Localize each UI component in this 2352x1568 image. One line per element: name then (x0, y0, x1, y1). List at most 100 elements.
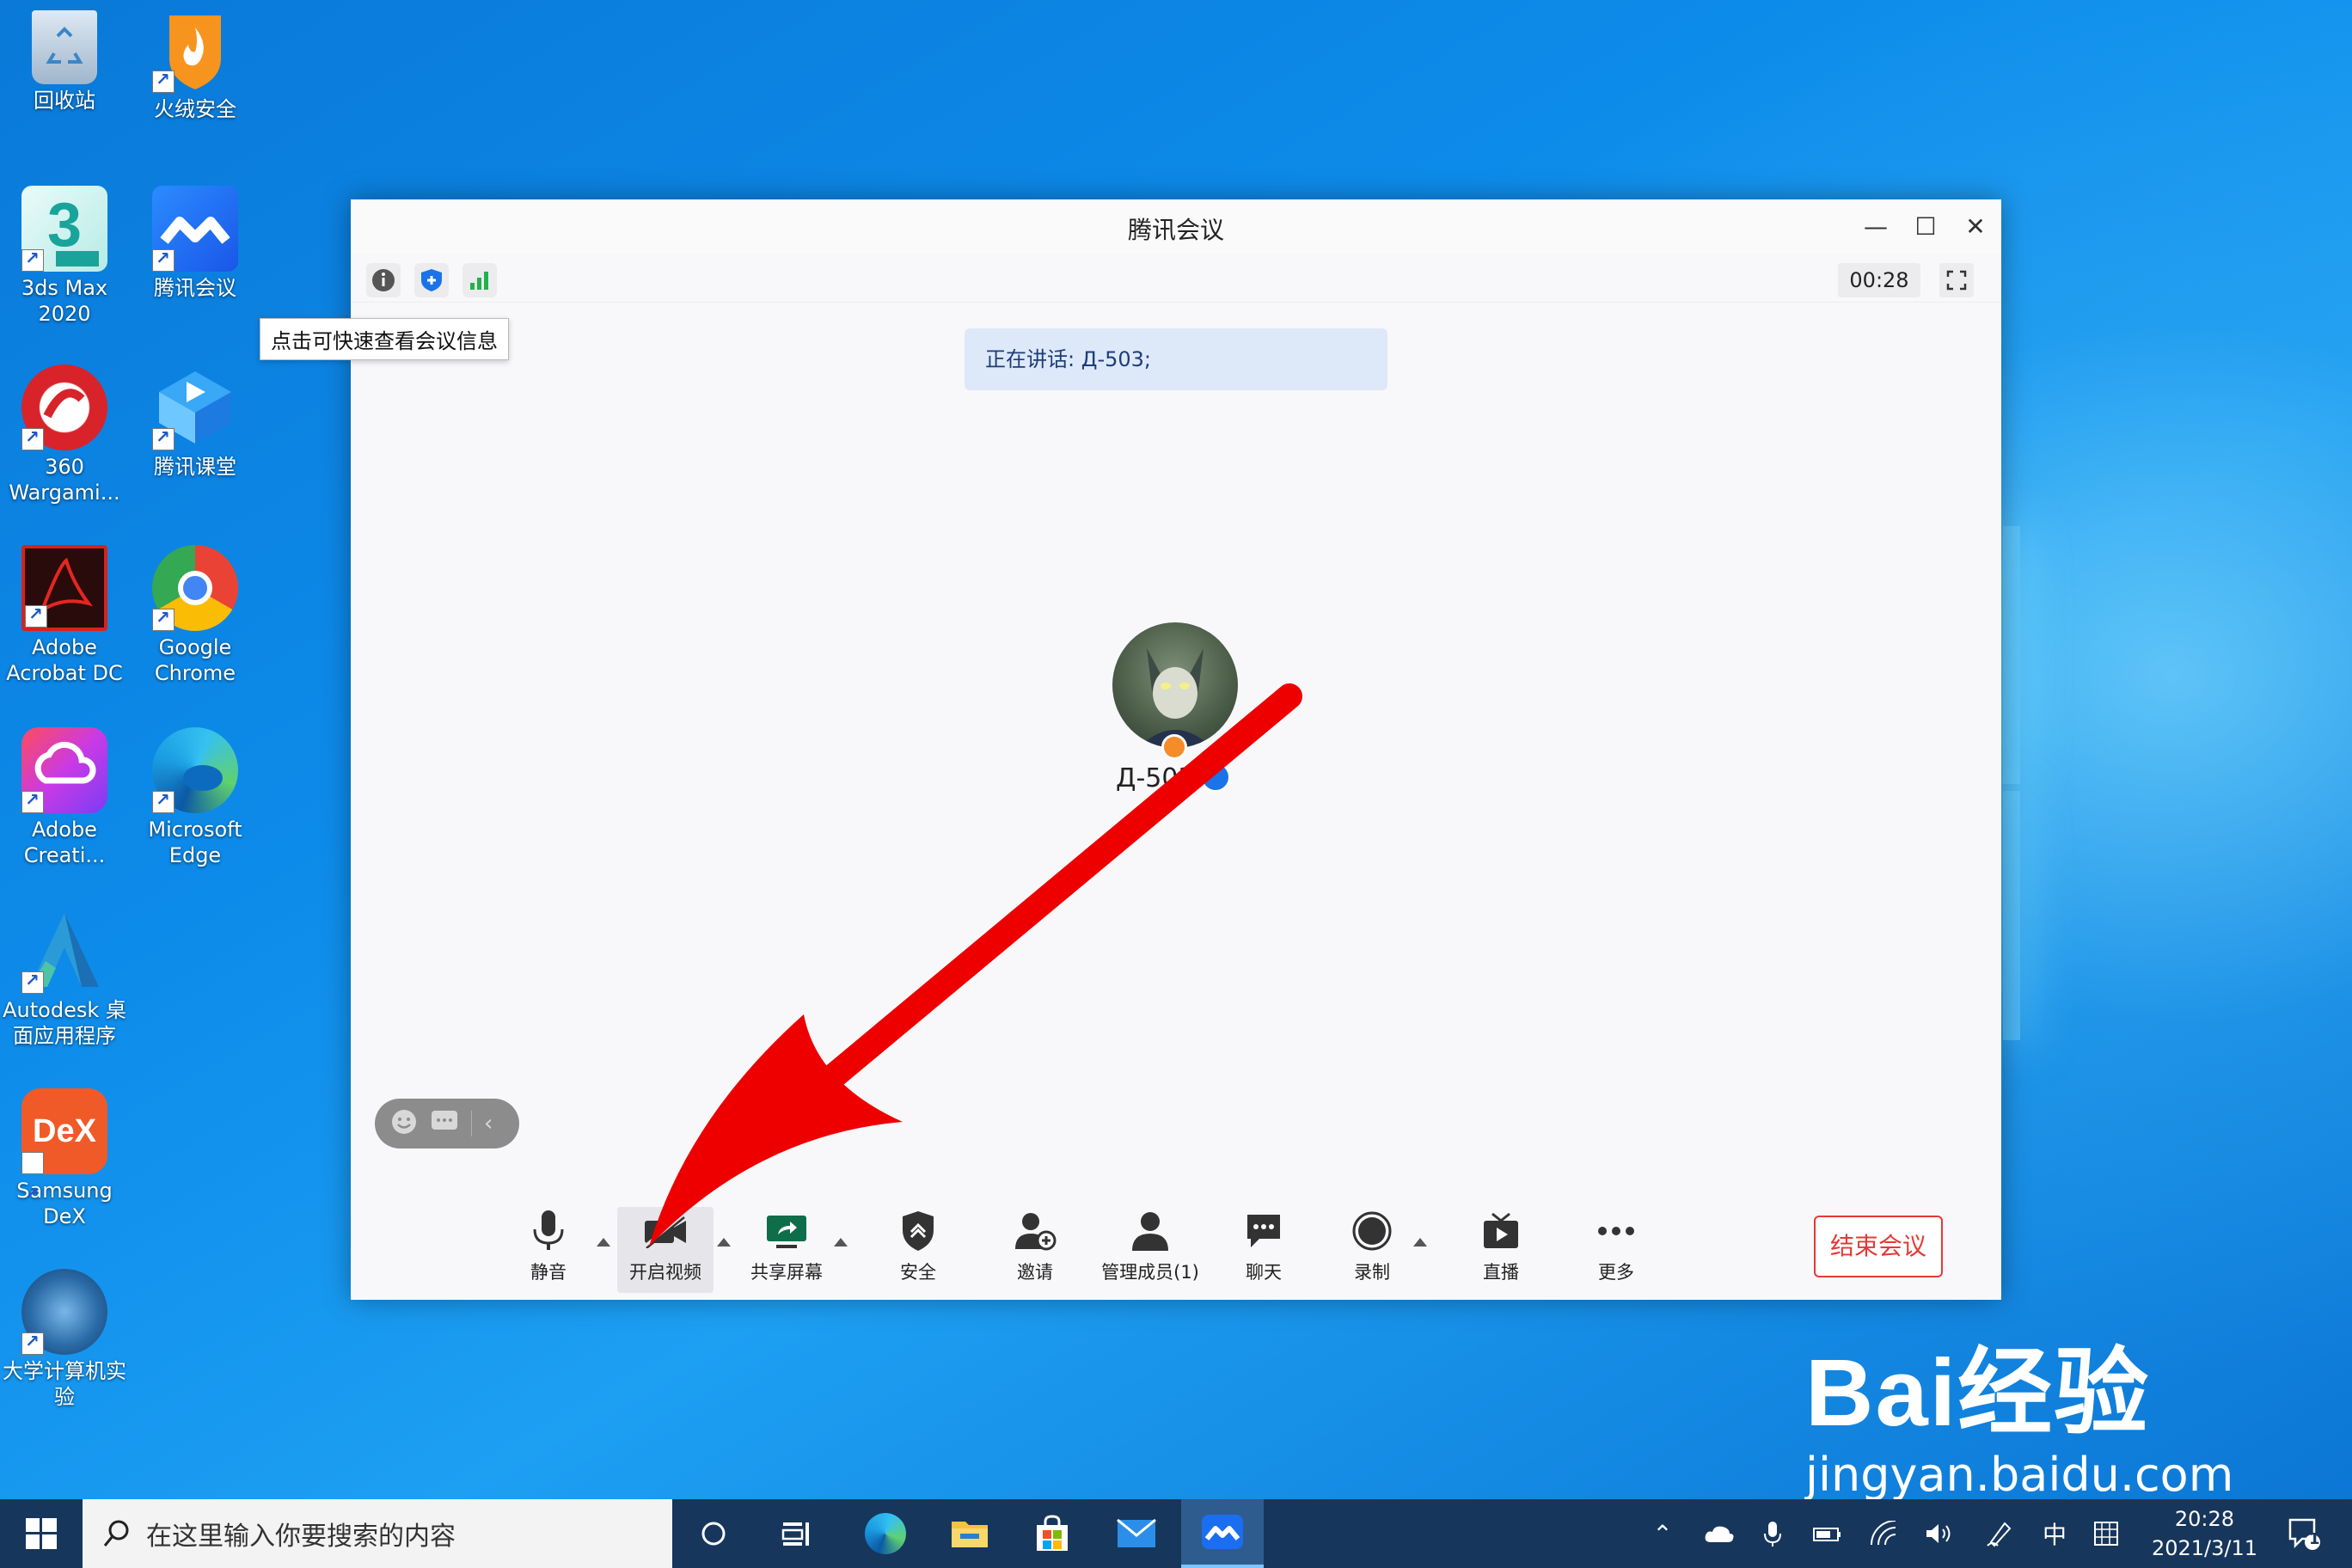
desktop-icon-label: 3ds Max 2020 (21, 276, 108, 326)
taskbar-edge[interactable] (844, 1499, 927, 1568)
invite-user-icon (1011, 1207, 1059, 1255)
edge-icon (865, 1513, 906, 1554)
window-titlebar[interactable]: 腾讯会议 — ☐ ✕ (351, 199, 2001, 254)
tencent-meeting-icon (152, 186, 238, 272)
record-label: 录制 (1354, 1262, 1390, 1283)
taskbar-file-explorer[interactable] (928, 1499, 1011, 1568)
microphone-icon (524, 1207, 573, 1255)
university-lab-icon (21, 1269, 107, 1355)
desktop-icon-edge[interactable]: Microsoft Edge (131, 727, 260, 868)
pen-icon (1987, 1522, 2012, 1547)
desktop-icon-autodesk[interactable]: Autodesk 桌面应用程序 (0, 908, 129, 1049)
chat-label: 聊天 (1246, 1262, 1282, 1283)
taskbar-store[interactable] (1011, 1499, 1093, 1568)
fullscreen-icon[interactable] (1939, 263, 1974, 297)
host-badge-icon (1161, 734, 1187, 760)
desktop-icon-label: Autodesk 桌面应用程序 (3, 998, 126, 1048)
danmaku-icon[interactable] (430, 1109, 459, 1138)
collapse-chevron-icon[interactable]: ‹ (471, 1111, 493, 1136)
record-options-caret-icon[interactable] (1413, 1238, 1427, 1246)
shortcut-arrow-icon (21, 1331, 44, 1355)
start-video-button[interactable]: 开启视频 (617, 1207, 714, 1293)
store-bag-icon (1037, 1515, 1068, 1551)
desktop-icon-label: 腾讯课堂 (154, 455, 236, 479)
share-options-caret-icon[interactable] (834, 1238, 848, 1246)
onedrive-tray[interactable] (1694, 1499, 1745, 1568)
desktop-icon-samsung-dex[interactable]: DeX Samsung DeX (0, 1088, 129, 1236)
manage-members-button[interactable]: 管理成员(1) (1092, 1207, 1209, 1293)
cortana-button[interactable] (672, 1499, 755, 1568)
microphone-tray[interactable] (1749, 1499, 1797, 1568)
share-screen-button[interactable]: 共享屏幕 (739, 1207, 834, 1293)
desktop-icon-huorong[interactable]: 火绒安全 (131, 7, 260, 122)
desktop-icon-3dsmax[interactable]: 3 3ds Max 2020 (0, 186, 129, 327)
emoji-icon[interactable] (390, 1108, 418, 1139)
volume-tray[interactable] (1914, 1499, 1965, 1568)
taskbar-mail[interactable] (1095, 1499, 1178, 1568)
battery-tray[interactable] (1802, 1499, 1853, 1568)
mute-button[interactable]: 静音 (518, 1207, 579, 1293)
security-shield-icon (894, 1207, 942, 1255)
samsung-dex-icon: DeX (21, 1088, 107, 1236)
windows-logo-icon (26, 1518, 57, 1549)
desktop-icon-university-lab[interactable]: 大学计算机实验 (0, 1269, 129, 1410)
desktop-icon-acrobat[interactable]: Adobe Acrobat DC (0, 545, 129, 686)
desktop-icon-tencent-class[interactable]: 腾讯课堂 (131, 364, 260, 480)
invite-button[interactable]: 邀请 (1001, 1207, 1069, 1293)
wifi-tray[interactable] (1859, 1499, 1910, 1568)
invite-label: 邀请 (1017, 1262, 1053, 1283)
edge-icon (152, 727, 238, 813)
task-view-button[interactable] (755, 1499, 837, 1568)
video-options-caret-icon[interactable] (717, 1238, 731, 1246)
watermark-url: jingyan.baidu.com (1805, 1448, 2234, 1502)
share-screen-label: 共享屏幕 (750, 1262, 823, 1283)
shortcut-arrow-icon (152, 69, 175, 93)
tencent-meeting-icon (1202, 1515, 1243, 1549)
close-button[interactable]: ✕ (1950, 208, 2001, 246)
show-hidden-icons-button[interactable]: ⌃ (1637, 1499, 1688, 1568)
end-meeting-button[interactable]: 结束会议 (1814, 1216, 1943, 1277)
desktop-icon-label: Microsoft Edge (148, 818, 242, 867)
desktop-icon-creative-cloud[interactable]: Adobe Creati... (0, 727, 129, 868)
ime-mode-tray[interactable] (2080, 1499, 2132, 1568)
record-button[interactable]: 录制 (1339, 1207, 1405, 1293)
desktop-icon-label: Adobe Acrobat DC (6, 635, 123, 685)
svg-text:3: 3 (47, 191, 82, 260)
watermark-brand: Bai经验 (1805, 1340, 2151, 1446)
taskbar-search-box[interactable]: 在这里输入你要搜索的内容 (83, 1499, 672, 1568)
taskbar: 在这里输入你要搜索的内容 ⌃ 中 20:28 2021/3/11 1 (0, 1499, 2352, 1568)
desktop-icon-tencent-meeting[interactable]: 腾讯会议 (131, 186, 260, 301)
maximize-button[interactable]: ☐ (1900, 208, 1951, 246)
shortcut-arrow-icon (21, 789, 44, 813)
reaction-bar[interactable]: ‹ (375, 1099, 519, 1148)
live-stream-button[interactable]: 直播 (1467, 1207, 1535, 1293)
participant-avatar[interactable] (1112, 622, 1238, 748)
desktop-icon-360[interactable]: 360 Wargami... (0, 364, 129, 505)
signal-strength-icon[interactable] (462, 263, 497, 297)
chat-button[interactable]: 聊天 (1231, 1207, 1296, 1293)
desktop-icon-chrome[interactable]: Google Chrome (131, 545, 260, 686)
shield-icon[interactable] (414, 263, 449, 297)
desktop-icon-recycle-bin[interactable]: 回收站 (0, 7, 129, 113)
speaking-indicator: 正在讲话: Д-503; (965, 328, 1387, 390)
desktop-icon-label: 大学计算机实验 (3, 1359, 126, 1409)
mute-options-caret-icon[interactable] (597, 1238, 610, 1246)
taskbar-clock[interactable]: 20:28 2021/3/11 (2152, 1504, 2257, 1563)
battery-charging-icon (1813, 1528, 1841, 1541)
wallpaper-logo-pane (2003, 526, 2020, 784)
mail-icon (1117, 1518, 1156, 1547)
pen-tray[interactable] (1974, 1499, 2025, 1568)
shortcut-arrow-icon (152, 607, 175, 631)
chrome-icon (152, 545, 238, 631)
notification-center-button[interactable]: 1 (2269, 1499, 2338, 1568)
notification-count: 1 (2309, 1530, 2320, 1548)
taskbar-tencent-meeting[interactable] (1181, 1499, 1264, 1568)
security-button[interactable]: 安全 (884, 1207, 952, 1293)
more-button[interactable]: 更多 (1583, 1207, 1649, 1293)
info-icon[interactable] (366, 263, 401, 297)
shortcut-arrow-icon (152, 248, 175, 272)
start-button[interactable] (0, 1499, 83, 1568)
input-method-tray[interactable]: 中 (2030, 1499, 2079, 1568)
minimize-button[interactable]: — (1850, 208, 1902, 246)
security-label: 安全 (900, 1262, 936, 1283)
